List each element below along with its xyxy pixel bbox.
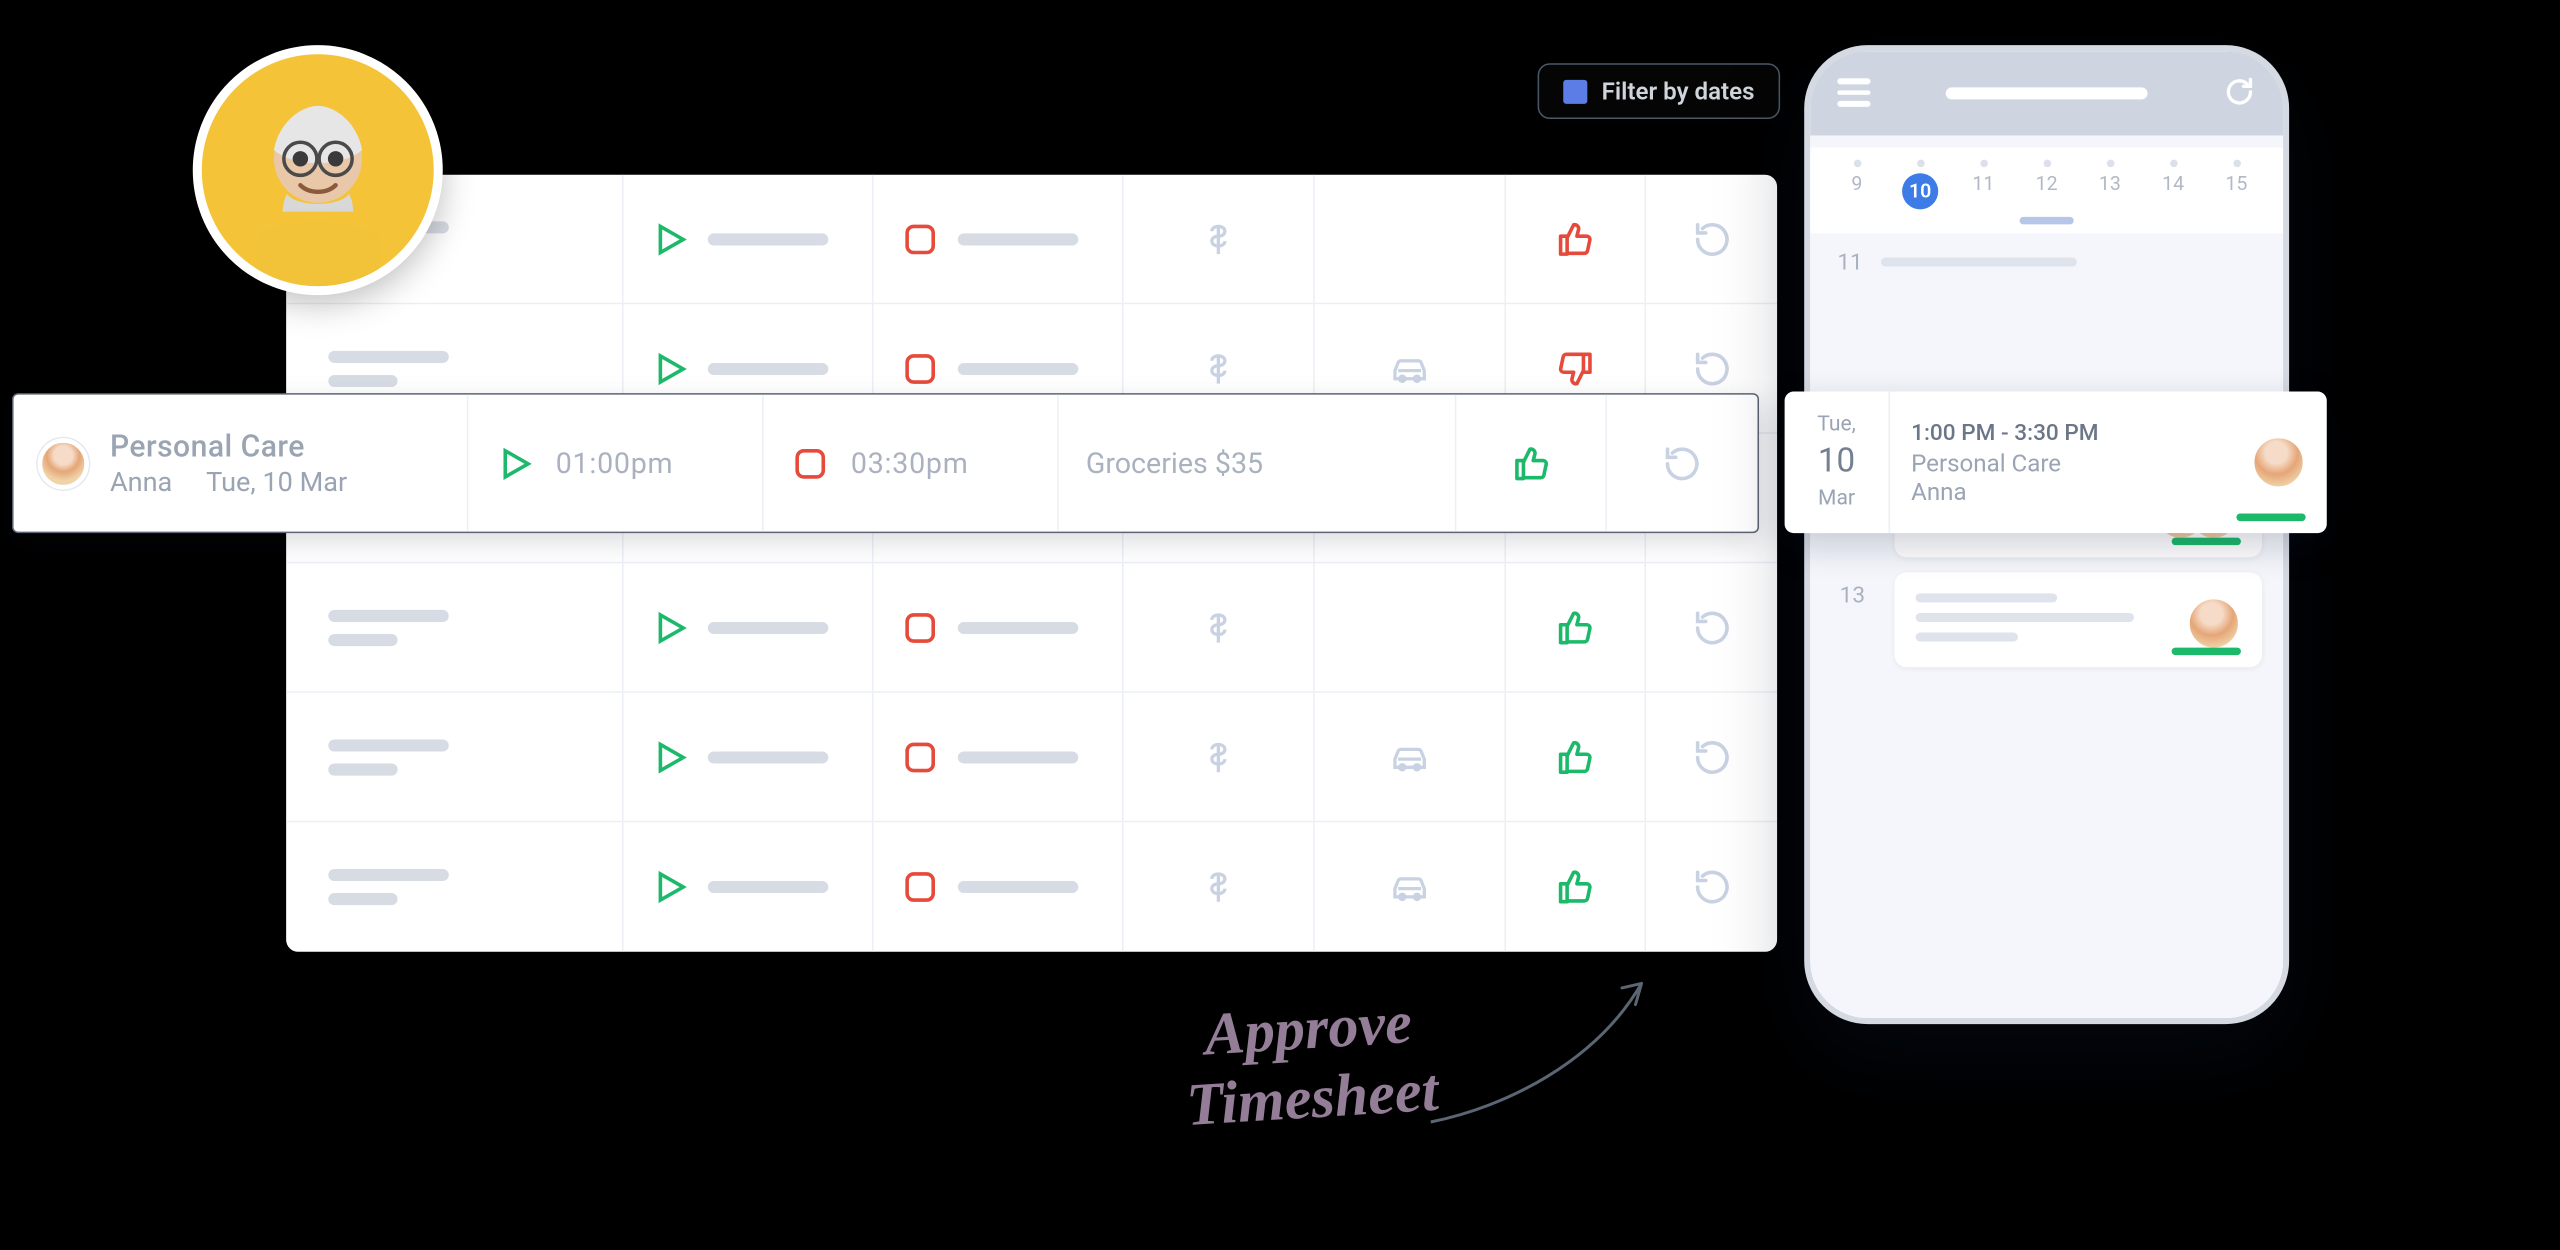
dollar-icon <box>1198 608 1237 647</box>
undo-icon[interactable] <box>1692 737 1731 776</box>
schedule-item[interactable]: 13 <box>1831 572 2262 667</box>
worker-name: Anna <box>110 467 172 499</box>
date-strip[interactable]: 9 10 11 12 13 14 15 <box>1810 148 2283 234</box>
card-date-column: Tue, 10 Mar <box>1785 392 1890 534</box>
header-title-placeholder <box>1946 87 2148 99</box>
annotation-arrow-icon <box>1416 956 1672 1137</box>
play-icon <box>650 349 689 388</box>
date-chip[interactable]: 14 <box>2155 160 2191 210</box>
shift-date: Tue, 10 Mar <box>206 467 347 499</box>
thumb-icon[interactable] <box>1556 867 1595 906</box>
worker-avatar <box>38 437 89 488</box>
section-day-11: 11 <box>1837 248 1862 275</box>
timesheet-row[interactable] <box>286 175 1777 305</box>
refresh-icon[interactable] <box>2223 75 2256 108</box>
car-icon <box>1389 349 1428 388</box>
card-worker: Anna <box>1911 477 2236 506</box>
dollar-icon <box>1198 867 1237 906</box>
phone-highlighted-card[interactable]: Tue, 10 Mar 1:00 PM - 3:30 PM Personal C… <box>1785 392 2327 534</box>
expense-text: Groceries $35 <box>1086 446 1263 481</box>
dollar-icon <box>1198 737 1237 776</box>
undo-icon[interactable] <box>1663 444 1702 483</box>
undo-icon[interactable] <box>1692 608 1731 647</box>
undo-icon[interactable] <box>1692 867 1731 906</box>
service-name: Personal Care <box>110 428 347 464</box>
date-chip[interactable]: 15 <box>2218 160 2254 210</box>
play-icon <box>495 444 534 483</box>
timesheet-row[interactable] <box>286 822 1777 952</box>
timesheet-row[interactable] <box>286 693 1777 823</box>
filter-label: Filter by dates <box>1602 77 1755 106</box>
date-chip[interactable]: 9 <box>1839 160 1875 210</box>
date-chip[interactable]: 10 <box>1902 160 1938 210</box>
date-chip[interactable]: 11 <box>1965 160 2001 210</box>
end-time: 03:30pm <box>851 446 969 481</box>
card-service: Personal Care <box>1911 449 2236 478</box>
dollar-icon <box>1198 349 1237 388</box>
filter-by-dates-button[interactable]: Filter by dates <box>1537 63 1780 119</box>
start-time: 01:00pm <box>556 446 674 481</box>
section-label-placeholder <box>1881 258 2077 267</box>
thumb-icon[interactable] <box>1556 608 1595 647</box>
play-icon <box>650 219 689 258</box>
stop-icon <box>900 608 939 647</box>
thumb-icon[interactable] <box>1556 737 1595 776</box>
undo-icon[interactable] <box>1692 219 1731 258</box>
timesheet-table <box>286 175 1777 952</box>
client-avatar <box>193 45 443 295</box>
card-worker-avatar <box>2251 435 2305 489</box>
date-chip[interactable]: 13 <box>2092 160 2128 210</box>
stop-icon <box>900 219 939 258</box>
hamburger-icon[interactable] <box>1837 78 1870 112</box>
card-time-range: 1:00 PM - 3:30 PM <box>1911 419 2236 446</box>
thumb-icon[interactable] <box>1556 349 1595 388</box>
phone-header <box>1810 51 2283 135</box>
date-chip[interactable]: 12 <box>2029 160 2065 210</box>
calendar-swatch-icon <box>1562 79 1586 103</box>
card-status-bar <box>2236 514 2305 522</box>
phone-mockup: 9 10 11 12 13 14 15 11 12 13 <box>1804 45 2289 1024</box>
stop-icon <box>791 444 830 483</box>
car-icon <box>1389 737 1428 776</box>
play-icon <box>650 737 689 776</box>
timesheet-row[interactable] <box>286 563 1777 693</box>
timesheet-row-highlighted[interactable]: Personal Care Anna Tue, 10 Mar 01:00pm 0… <box>12 393 1759 533</box>
undo-icon[interactable] <box>1692 349 1731 388</box>
car-icon <box>1389 867 1428 906</box>
dollar-icon <box>1198 219 1237 258</box>
play-icon <box>650 608 689 647</box>
schedule-day-label: 13 <box>1831 572 1873 667</box>
thumbs-up-icon[interactable] <box>1511 444 1550 483</box>
thumb-icon[interactable] <box>1556 219 1595 258</box>
avatar <box>2187 596 2241 650</box>
stop-icon <box>900 349 939 388</box>
stop-icon <box>900 737 939 776</box>
play-icon <box>650 867 689 906</box>
stop-icon <box>900 867 939 906</box>
